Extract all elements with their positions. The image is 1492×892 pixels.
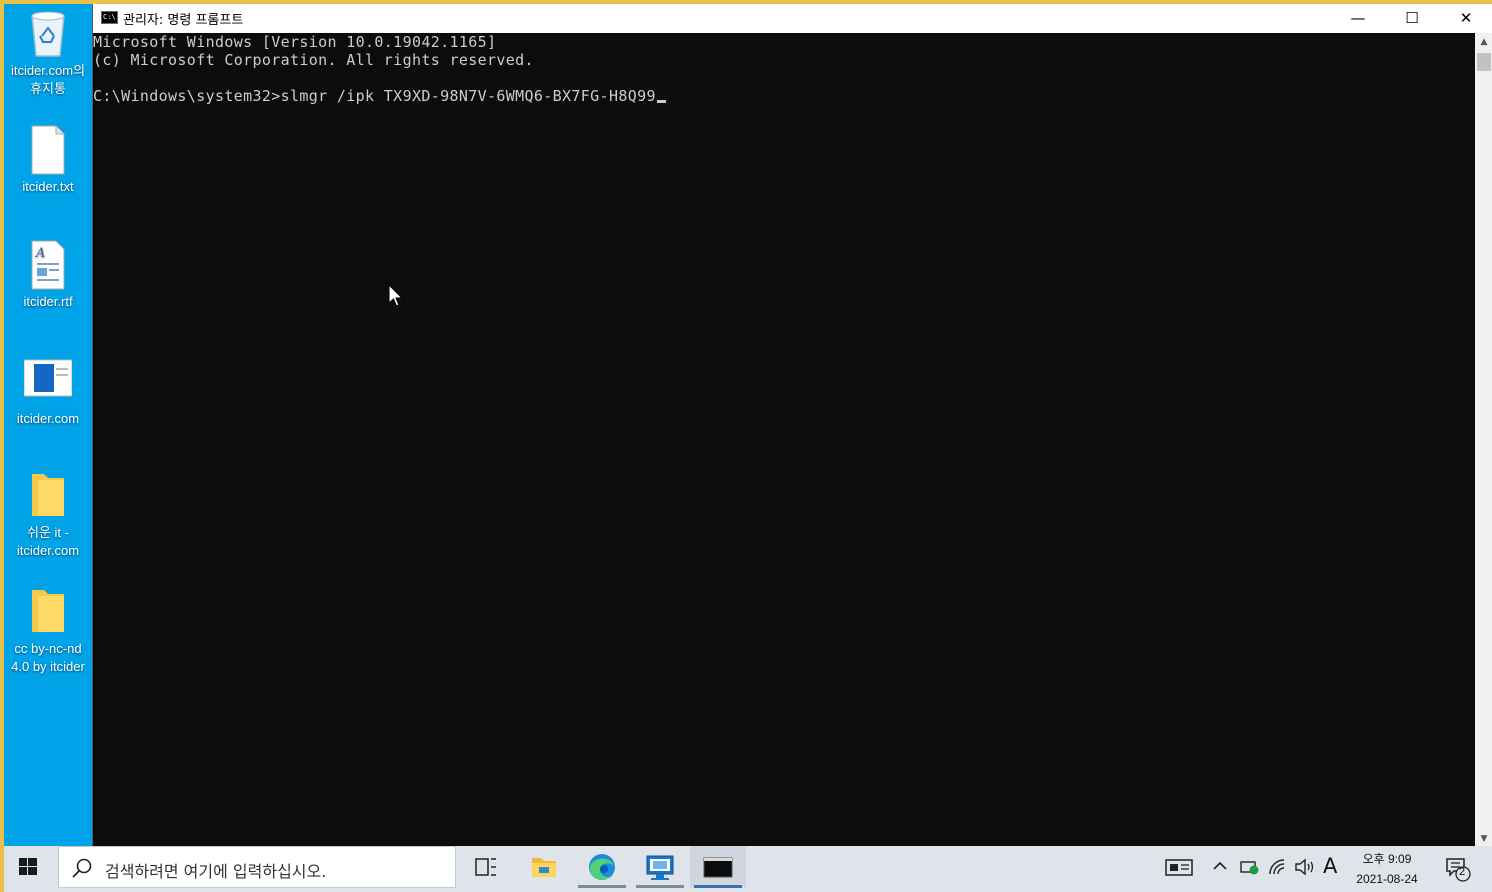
desktop-icon-itcider-com[interactable]: itcider.com: [4, 356, 92, 428]
minimize-icon: —: [1350, 9, 1366, 27]
desktop-icon-label: cc by-nc-nd 4.0 by itcider: [11, 641, 85, 674]
desktop-icon-itcider-rtf[interactable]: A itcider.rtf: [4, 239, 92, 311]
notification-count-badge: 2: [1459, 866, 1466, 878]
window-title: 관리자: 명령 프롬프트: [123, 13, 244, 28]
scroll-thumb[interactable]: [1477, 53, 1491, 71]
desktop-icon-label: itcider.rtf: [23, 294, 73, 309]
news-widget-icon[interactable]: [1164, 856, 1194, 882]
security-status-icon[interactable]: [1240, 858, 1260, 880]
system-clock[interactable]: 오후 9:09 2021-08-24: [1342, 849, 1432, 889]
desktop-icon-folder-easy-it[interactable]: 쉬운 it - itcider.com: [4, 470, 92, 560]
desktop-icon-recycle-bin[interactable]: itcider.com의 휴지통: [4, 8, 92, 98]
console-command-line[interactable]: C:\Windows\system32>slmgr /ipk TX9XD-98N…: [93, 87, 1475, 105]
start-button[interactable]: [4, 846, 52, 888]
network-icon[interactable]: [1268, 858, 1288, 880]
taskbar-search-box[interactable]: 검색하려면 여기에 입력하십시오.: [58, 846, 456, 888]
console-line: Microsoft Windows [Version 10.0.19042.11…: [93, 33, 497, 51]
close-icon: ✕: [1459, 9, 1473, 27]
taskbar-app-file-explorer[interactable]: [516, 846, 572, 888]
input-method-indicator[interactable]: A: [1323, 854, 1337, 878]
recycle-bin-icon: [24, 8, 72, 60]
rtf-file-icon: A: [24, 239, 72, 291]
taskbar-app-edge[interactable]: [574, 846, 630, 888]
clock-time: 오후 9:09: [1362, 852, 1412, 866]
console-line: (c) Microsoft Corporation. All rights re…: [93, 51, 534, 69]
maximize-button[interactable]: ☐: [1385, 4, 1439, 33]
search-placeholder: 검색하려면 여기에 입력하십시오.: [105, 862, 327, 881]
file-explorer-icon: [532, 858, 556, 877]
notification-center-button[interactable]: 2: [1444, 856, 1472, 886]
app-running-indicator: [636, 885, 684, 888]
task-view-icon: [475, 858, 496, 876]
taskbar: 검색하려면 여기에 입력하십시오. A 오후 9:09 2021-08-24 2: [4, 846, 1492, 892]
close-button[interactable]: ✕: [1439, 4, 1492, 33]
desktop-icon-label: itcider.com의 휴지통: [10, 63, 86, 96]
desktop-icon-folder-cc[interactable]: cc by-nc-nd 4.0 by itcider: [4, 586, 92, 676]
command-prompt-icon: [703, 857, 733, 878]
clock-date: 2021-08-24: [1356, 872, 1418, 886]
text-file-icon: [24, 124, 72, 176]
svg-text:A: A: [35, 246, 45, 261]
scroll-down-icon[interactable]: ▼: [1475, 834, 1492, 844]
console-command: C:\Windows\system32>slmgr /ipk TX9XD-98N…: [93, 87, 656, 105]
edge-icon: [589, 854, 615, 880]
scroll-up-icon[interactable]: ▲: [1475, 37, 1492, 47]
taskbar-app-command-prompt[interactable]: [690, 846, 746, 888]
notification-icon: [1446, 858, 1471, 882]
show-hidden-icons-icon[interactable]: [1212, 858, 1228, 878]
mouse-pointer-icon: [388, 283, 404, 312]
desktop-icon-label: itcider.com: [16, 411, 80, 426]
search-icon: [72, 858, 92, 878]
volume-icon[interactable]: [1294, 858, 1316, 880]
remote-desktop-icon: [646, 855, 674, 880]
console-output[interactable]: Microsoft Windows [Version 10.0.19042.11…: [93, 33, 1475, 846]
vertical-scrollbar[interactable]: ▲ ▼: [1475, 33, 1492, 846]
folder-icon: [24, 470, 72, 522]
desktop-icon-itcider-txt[interactable]: itcider.txt: [4, 124, 92, 196]
title-bar[interactable]: C:\ 관리자: 명령 프롬프트 — ☐ ✕: [93, 4, 1492, 33]
windows-logo-icon: [19, 858, 37, 875]
desktop-icon-label: itcider.txt: [22, 179, 74, 194]
shortcut-icon: [23, 356, 73, 408]
taskbar-app-remote-desktop[interactable]: [632, 846, 688, 888]
text-cursor: [656, 100, 666, 103]
command-prompt-window[interactable]: C:\ 관리자: 명령 프롬프트 — ☐ ✕ Microsoft Windows…: [92, 4, 1492, 846]
app-running-indicator: [578, 885, 626, 888]
task-view-button[interactable]: [458, 846, 514, 888]
console-app-icon: C:\: [101, 11, 118, 24]
minimize-button[interactable]: —: [1331, 4, 1385, 33]
app-active-indicator: [694, 885, 742, 888]
desktop-icon-label: 쉬운 it - itcider.com: [16, 525, 80, 558]
folder-icon: [24, 586, 72, 638]
maximize-icon: ☐: [1405, 9, 1419, 27]
